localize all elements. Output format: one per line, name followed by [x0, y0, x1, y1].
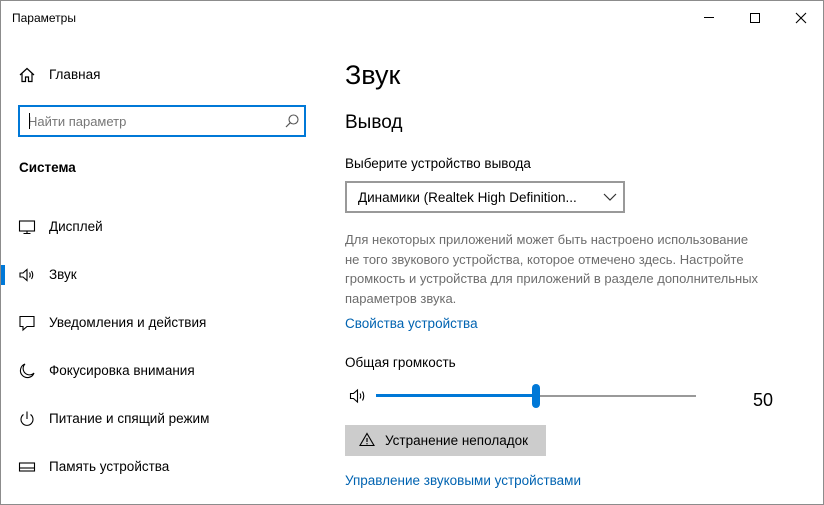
- sidebar-item-label: Память устройства: [49, 459, 170, 474]
- info-line: параметров звука.: [345, 290, 457, 306]
- speaker-icon: [19, 268, 34, 282]
- volume-slider[interactable]: [376, 381, 696, 411]
- output-device-label: Выберите устройство вывода: [345, 156, 531, 171]
- search-input[interactable]: [28, 112, 278, 130]
- info-line: не того звукового устройства, которое от…: [345, 251, 744, 267]
- volume-value: 50: [753, 390, 774, 410]
- nav-home-label: Главная: [49, 67, 101, 82]
- info-line: Для некоторых приложений может быть наст…: [345, 232, 749, 247]
- sidebar-item-label: Фокусировка внимания: [49, 363, 195, 378]
- page-title: Звук: [345, 60, 401, 90]
- sidebar-item-label: Уведомления и действия: [49, 315, 207, 330]
- volume-slider-fill: [376, 394, 536, 397]
- warning-icon: [359, 432, 375, 447]
- sidebar-item-focus-assist[interactable]: Фокусировка внимания: [1, 351, 321, 391]
- moon-icon: [19, 363, 35, 379]
- close-button[interactable]: [778, 1, 824, 34]
- sidebar-item-storage[interactable]: Память устройства: [1, 447, 321, 487]
- sidebar-item-notifications[interactable]: Уведомления и действия: [1, 303, 321, 343]
- settings-window: Параметры Главная Система: [0, 0, 824, 505]
- sidebar-item-label: Звук: [49, 267, 77, 282]
- search-box[interactable]: [18, 105, 306, 137]
- master-volume-label: Общая громкость: [345, 355, 456, 370]
- sidebar-item-sound[interactable]: Звук: [1, 255, 321, 295]
- storage-icon: [18, 462, 36, 472]
- info-line: громкость и устройства для приложений в …: [345, 271, 759, 286]
- volume-speaker-icon[interactable]: [349, 387, 369, 405]
- sidebar-item-label: Дисплей: [49, 219, 103, 234]
- section-title-system: Система: [19, 160, 76, 175]
- volume-slider-thumb[interactable]: [532, 384, 540, 408]
- selection-indicator: [1, 265, 5, 285]
- troubleshoot-button[interactable]: Устранение неполадок: [345, 425, 546, 456]
- minimize-button[interactable]: [686, 1, 732, 34]
- home-icon: [19, 67, 35, 83]
- title-bar[interactable]: Параметры: [1, 1, 823, 34]
- minimize-icon: [704, 17, 714, 18]
- sidebar-item-label: Питание и спящий режим: [49, 411, 210, 426]
- text-caret: [29, 113, 30, 129]
- chevron-down-icon: [603, 193, 617, 201]
- notification-icon: [19, 315, 35, 332]
- output-device-value: Динамики (Realtek High Definition...: [358, 190, 577, 205]
- device-properties-link[interactable]: Свойства устройства: [345, 316, 478, 331]
- search-icon[interactable]: [284, 113, 300, 129]
- output-info-text: Для некоторых приложений может быть наст…: [345, 230, 795, 308]
- output-device-dropdown[interactable]: Динамики (Realtek High Definition...: [345, 181, 625, 213]
- power-icon: [20, 411, 34, 426]
- output-heading: Вывод: [345, 112, 403, 133]
- window-title: Параметры: [12, 11, 76, 25]
- monitor-icon: [18, 220, 36, 235]
- troubleshoot-label: Устранение неполадок: [385, 433, 529, 448]
- maximize-button[interactable]: [732, 1, 778, 34]
- maximize-icon: [750, 12, 760, 23]
- manage-sound-devices-link[interactable]: Управление звуковыми устройствами: [345, 473, 581, 488]
- close-icon: [795, 12, 807, 23]
- sidebar-item-display[interactable]: Дисплей: [1, 207, 321, 247]
- sidebar-item-power[interactable]: Питание и спящий режим: [1, 399, 321, 439]
